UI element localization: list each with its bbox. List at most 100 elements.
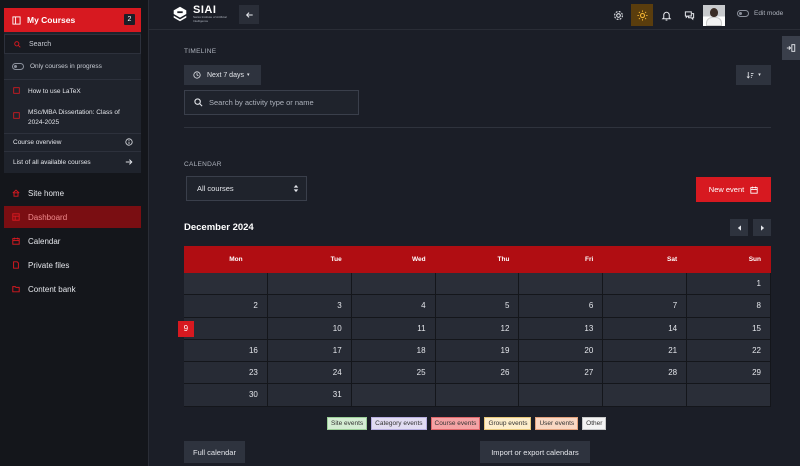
day-number[interactable]: 10 xyxy=(333,324,342,333)
day-number[interactable]: 29 xyxy=(752,368,761,377)
today-day-number[interactable]: 9 xyxy=(177,320,194,337)
calendar-day-cell[interactable]: 10 xyxy=(267,317,352,340)
day-number[interactable]: 27 xyxy=(584,368,593,377)
day-number[interactable]: 30 xyxy=(249,390,258,399)
import-export-calendars-button[interactable]: Import or export calendars xyxy=(480,441,590,463)
notifications-button[interactable] xyxy=(659,8,673,22)
calendar-day-cell[interactable]: 7 xyxy=(603,295,688,318)
calendar-day-cell[interactable]: 14 xyxy=(603,317,688,340)
calendar-day-cell[interactable]: 11 xyxy=(351,317,436,340)
theme-toggle-button[interactable] xyxy=(631,4,653,26)
folder-icon xyxy=(12,285,20,293)
my-courses-toggle[interactable]: My Courses 2 xyxy=(4,8,141,32)
sidebar-item-calendar[interactable]: Calendar xyxy=(4,230,141,252)
day-number[interactable]: 15 xyxy=(752,324,761,333)
day-number[interactable]: 28 xyxy=(668,368,677,377)
day-number[interactable]: 24 xyxy=(333,368,342,377)
day-number[interactable]: 13 xyxy=(584,324,593,333)
timeline-sort-dropdown[interactable]: ▾ xyxy=(736,65,771,85)
calendar-day-cell[interactable]: 6 xyxy=(519,295,604,318)
day-number[interactable]: 16 xyxy=(249,346,258,355)
calendar-day-cell[interactable]: 12 xyxy=(435,317,520,340)
calendar-day-cell[interactable]: 22 xyxy=(687,339,771,363)
calendar-day-cell[interactable]: 16 xyxy=(184,339,268,363)
sidebar-item-content-bank[interactable]: Content bank xyxy=(4,278,141,300)
month-title: December 2024 xyxy=(184,222,254,233)
calendar-day-cell[interactable]: 17 xyxy=(267,339,352,363)
all-courses-link[interactable]: List of all available courses xyxy=(4,155,141,169)
timeline-search-field[interactable] xyxy=(184,90,359,115)
calendar-grid: 1 2 3 4 5 6 7 8 9 10 11 12 13 14 15 16 17 18 19 20 21 22 23 24 2… xyxy=(177,273,771,407)
collapse-sidebar-button[interactable] xyxy=(239,5,259,24)
edit-mode-switch[interactable] xyxy=(737,10,749,17)
course-item[interactable]: MSc/MBA Dissertation: Class of 2024-2025 xyxy=(4,108,141,127)
course-overview-link[interactable]: Course overview xyxy=(4,135,141,149)
day-number[interactable]: 31 xyxy=(333,390,342,399)
calendar-day-cell[interactable]: 28 xyxy=(603,362,688,385)
open-block-drawer-button[interactable] xyxy=(782,36,800,60)
calendar-day-cell[interactable]: 29 xyxy=(687,362,771,385)
calendar-day-cell[interactable]: 24 xyxy=(267,362,352,385)
new-event-button[interactable]: New event xyxy=(696,177,771,202)
day-number[interactable]: 14 xyxy=(668,324,677,333)
weekday-label: Mon xyxy=(229,256,243,263)
calendar-day-cell[interactable]: 27 xyxy=(519,362,604,385)
day-number[interactable]: 8 xyxy=(757,301,761,310)
edit-mode-toggle[interactable]: Edit mode xyxy=(737,10,783,17)
day-number[interactable]: 2 xyxy=(253,301,257,310)
day-number[interactable]: 6 xyxy=(589,301,593,310)
course-item[interactable]: How to use LaTeX xyxy=(4,87,141,97)
course-search-field[interactable]: Search xyxy=(4,34,141,54)
day-number[interactable]: 11 xyxy=(417,324,425,333)
day-number[interactable]: 18 xyxy=(417,346,426,355)
previous-month-button[interactable] xyxy=(730,219,748,236)
calendar-day-cell[interactable]: 3 xyxy=(267,295,352,318)
in-progress-toggle-row[interactable]: Only courses in progress xyxy=(4,58,141,74)
calendar-day-cell[interactable]: 5 xyxy=(435,295,520,318)
calendar-day-cell[interactable]: 18 xyxy=(351,339,436,363)
day-number[interactable]: 1 xyxy=(757,279,761,288)
calendar-day-cell[interactable]: 25 xyxy=(351,362,436,385)
day-number[interactable]: 26 xyxy=(501,368,510,377)
day-number[interactable]: 23 xyxy=(249,368,258,377)
calendar-day-cell[interactable]: 23 xyxy=(184,362,268,385)
calendar-day-cell[interactable]: 1 xyxy=(687,273,771,296)
sidebar-item-private-files[interactable]: Private files xyxy=(4,254,141,276)
calendar-day-cell[interactable]: 15 xyxy=(687,317,771,340)
settings-button[interactable] xyxy=(611,8,625,22)
calendar-day-cell[interactable]: 26 xyxy=(435,362,520,385)
day-number[interactable]: 25 xyxy=(417,368,426,377)
in-progress-toggle[interactable] xyxy=(12,62,24,70)
sidebar-item-dashboard[interactable]: Dashboard xyxy=(4,206,141,228)
day-number[interactable]: 7 xyxy=(673,301,677,310)
calendar-day-cell[interactable]: 31 xyxy=(267,384,352,407)
day-number[interactable]: 17 xyxy=(333,346,342,355)
day-number[interactable]: 3 xyxy=(337,301,341,310)
calendar-day-cell[interactable]: 9 xyxy=(177,317,268,340)
day-number[interactable]: 22 xyxy=(752,346,761,355)
course-icon xyxy=(13,87,20,94)
timeline-range-dropdown[interactable]: Next 7 days ▾ xyxy=(184,65,261,85)
sidebar-item-site-home[interactable]: Site home xyxy=(4,182,141,204)
calendar-day-cell[interactable]: 8 xyxy=(687,295,771,318)
calendar-day-cell[interactable]: 21 xyxy=(603,339,688,363)
timeline-search-input[interactable] xyxy=(209,98,349,107)
full-calendar-button[interactable]: Full calendar xyxy=(184,441,245,463)
calendar-day-cell[interactable]: 13 xyxy=(519,317,604,340)
calendar-day-cell[interactable]: 2 xyxy=(184,295,268,318)
course-filter-select[interactable]: All courses xyxy=(186,176,307,201)
calendar-day-cell[interactable]: 19 xyxy=(435,339,520,363)
next-month-button[interactable] xyxy=(753,219,771,236)
day-number[interactable]: 12 xyxy=(501,324,510,333)
calendar-day-cell[interactable]: 4 xyxy=(351,295,436,318)
site-logo[interactable]: SIAI Swiss Institute of Artificial Intel… xyxy=(171,5,233,23)
day-number[interactable]: 5 xyxy=(505,301,509,310)
messages-button[interactable] xyxy=(682,8,696,22)
calendar-day-cell[interactable]: 30 xyxy=(184,384,268,407)
day-number[interactable]: 4 xyxy=(421,301,425,310)
day-number[interactable]: 21 xyxy=(668,346,677,355)
calendar-day-cell[interactable]: 20 xyxy=(519,339,604,363)
day-number[interactable]: 19 xyxy=(501,346,510,355)
day-number[interactable]: 20 xyxy=(584,346,593,355)
user-avatar[interactable] xyxy=(703,5,725,26)
